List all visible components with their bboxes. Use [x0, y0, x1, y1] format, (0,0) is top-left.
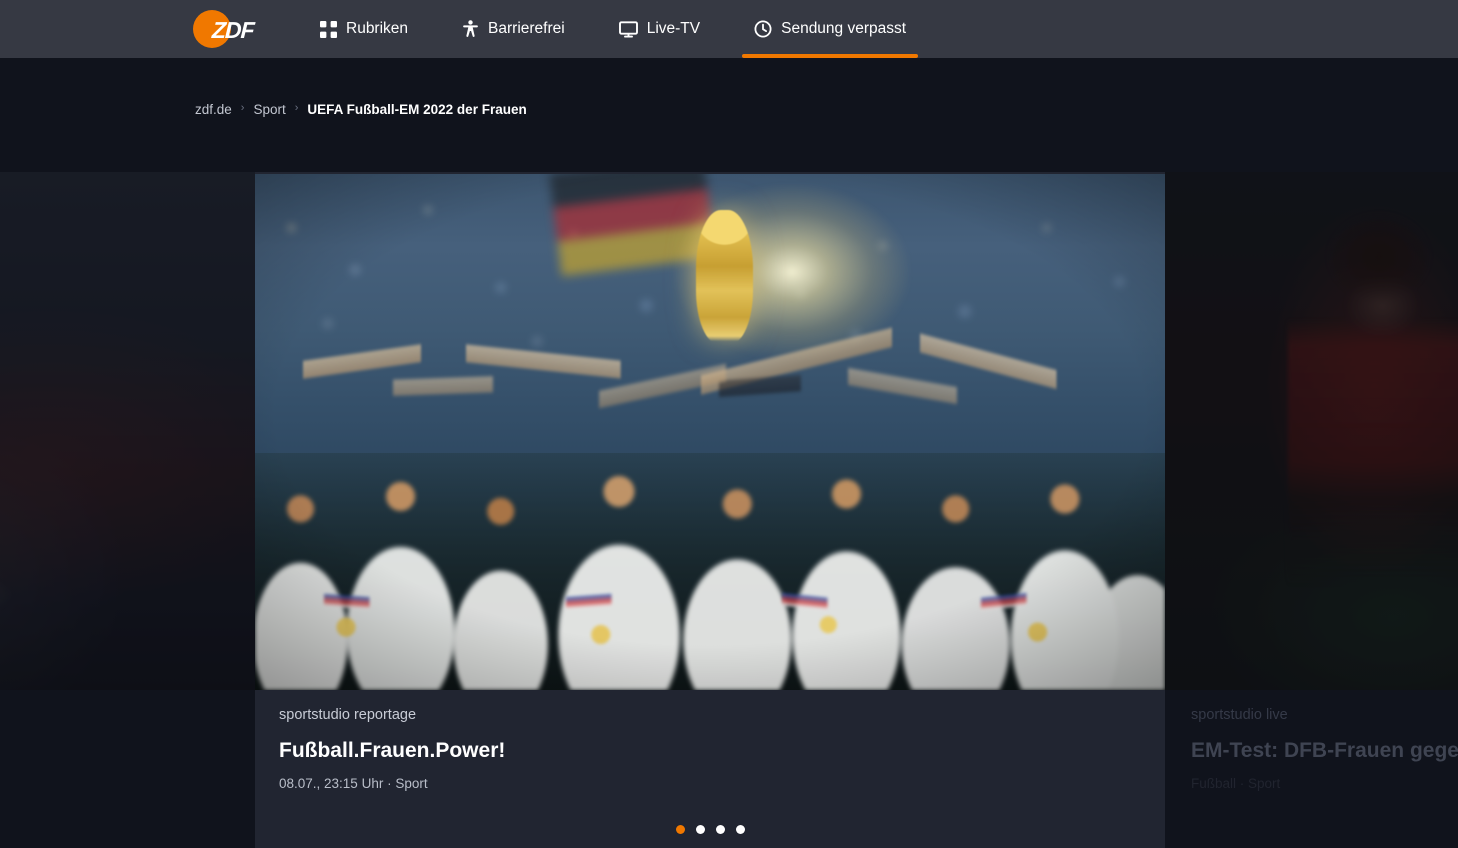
hero-vignette: [255, 174, 1165, 690]
slide-active-image: [255, 174, 1165, 690]
hero-carousel: sportstudio reportage Fußball.Frauen.Pow…: [0, 172, 1458, 848]
nav-label-live-tv: Live-TV: [646, 20, 701, 38]
slide-previous-image: [0, 172, 255, 690]
nav-item-sendung-verpasst[interactable]: Sendung verpasst: [742, 0, 919, 58]
site-header: ZDF Rubriken Barrierefrei Live-TV Sendun…: [0, 0, 1458, 58]
slide-active-kicker: sportstudio reportage: [279, 707, 417, 724]
accessibility-icon: [462, 20, 479, 38]
monitor-icon: [618, 20, 638, 38]
breadcrumb-item-zdf-de[interactable]: zdf.de: [195, 102, 232, 117]
slide-next-title: EM-Test: DFB-Frauen gegen: [1191, 738, 1458, 762]
zdf-logo[interactable]: ZDF: [193, 9, 266, 49]
breadcrumb-separator: ›: [240, 102, 245, 114]
nav-label-rubriken: Rubriken: [346, 20, 409, 38]
carousel-slide-active[interactable]: sportstudio reportage Fußball.Frauen.Pow…: [255, 172, 1165, 848]
slide-previous-caption: [0, 779, 217, 792]
carousel-slide-next[interactable]: sportstudio live EM-Test: DFB-Frauen geg…: [1165, 172, 1458, 848]
nav-active-indicator: [742, 54, 919, 58]
slide-active-caption: sportstudio reportage Fußball.Frauen.Pow…: [279, 707, 1062, 792]
slide-next-meta: Fußball · Sport: [1191, 775, 1281, 791]
nav-label-barrierefrei: Barrierefrei: [488, 20, 565, 38]
breadcrumb-separator: ›: [294, 102, 299, 114]
zdf-logo-wordmark: ZDF: [211, 17, 255, 43]
slide-next-image: [1165, 172, 1458, 690]
breadcrumb-item-current: UEFA Fußball-EM 2022 der Frauen: [307, 102, 527, 117]
breadcrumb-item-sport[interactable]: Sport: [253, 102, 285, 117]
carousel-dot-3[interactable]: [715, 825, 725, 834]
carousel-slide-previous[interactable]: [0, 172, 255, 848]
nav-item-rubriken[interactable]: Rubriken: [308, 0, 420, 58]
nav-item-live-tv[interactable]: Live-TV: [607, 0, 712, 58]
grid-icon: [320, 20, 337, 38]
clock-icon: [754, 20, 772, 38]
nav-item-barrierefrei[interactable]: Barrierefrei: [450, 0, 577, 58]
breadcrumb-band: zdf.de › Sport › UEFA Fußball-EM 2022 de…: [0, 58, 1458, 172]
carousel-pagination: [255, 825, 1165, 834]
nav-label-sendung-verpasst: Sendung verpasst: [781, 20, 907, 38]
breadcrumb: zdf.de › Sport › UEFA Fußball-EM 2022 de…: [195, 102, 527, 117]
slide-active-title: Fußball.Frauen.Power!: [279, 738, 506, 762]
slide-active-meta: 08.07., 23:15 Uhr · Sport: [279, 775, 428, 791]
carousel-dot-2[interactable]: [695, 825, 705, 834]
slide-next-caption: sportstudio live EM-Test: DFB-Frauen geg…: [1191, 707, 1458, 792]
slide-next-kicker: sportstudio live: [1191, 707, 1288, 724]
carousel-dot-1[interactable]: [675, 825, 685, 834]
carousel-dot-4[interactable]: [735, 825, 745, 834]
main-navigation: Rubriken Barrierefrei Live-TV Sendung ve…: [308, 0, 919, 58]
